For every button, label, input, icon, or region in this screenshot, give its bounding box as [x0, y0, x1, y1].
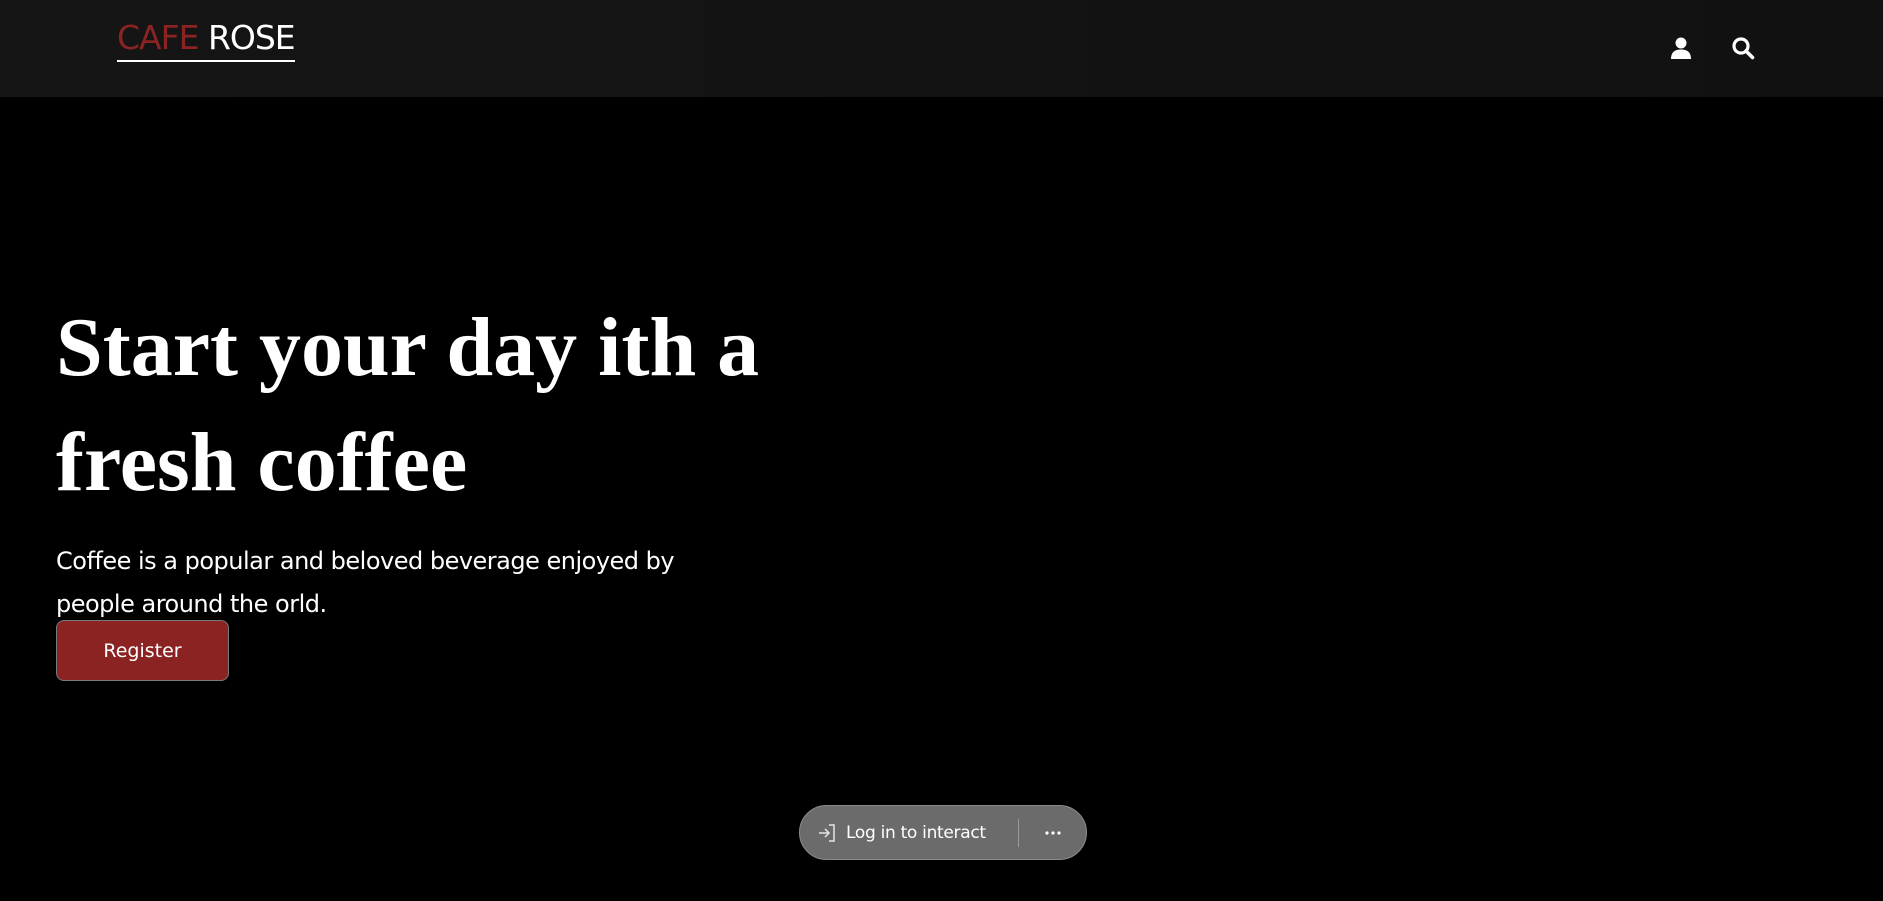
top-navigation-bar: CAFE ROSE: [0, 0, 1883, 97]
hero-title: Start your day ith a fresh coffee: [56, 290, 956, 520]
user-icon[interactable]: [1667, 34, 1695, 62]
register-button[interactable]: Register: [56, 620, 229, 681]
hero-title-line-1: Start your day ith a: [56, 301, 760, 394]
hero-title-line-2: fresh coffee: [56, 416, 468, 509]
logo-text-rose: ROSE: [198, 18, 296, 57]
sign-in-icon: [819, 823, 835, 842]
hero-section: Start your day ith a fresh coffee Coffee…: [56, 290, 956, 626]
more-options-button[interactable]: [1019, 806, 1086, 859]
hero-subtitle: Coffee is a popular and beloved beverage…: [56, 547, 675, 618]
site-logo-link[interactable]: CAFE ROSE: [117, 16, 296, 62]
more-horizontal-icon: [1044, 830, 1061, 835]
logo-text-cafe: CAFE: [117, 18, 199, 57]
search-icon[interactable]: [1729, 34, 1757, 62]
login-label: Log in to interact: [846, 822, 986, 843]
login-overlay-pill: Log in to interact: [799, 805, 1087, 860]
login-to-interact-button[interactable]: Log in to interact: [800, 806, 1018, 859]
